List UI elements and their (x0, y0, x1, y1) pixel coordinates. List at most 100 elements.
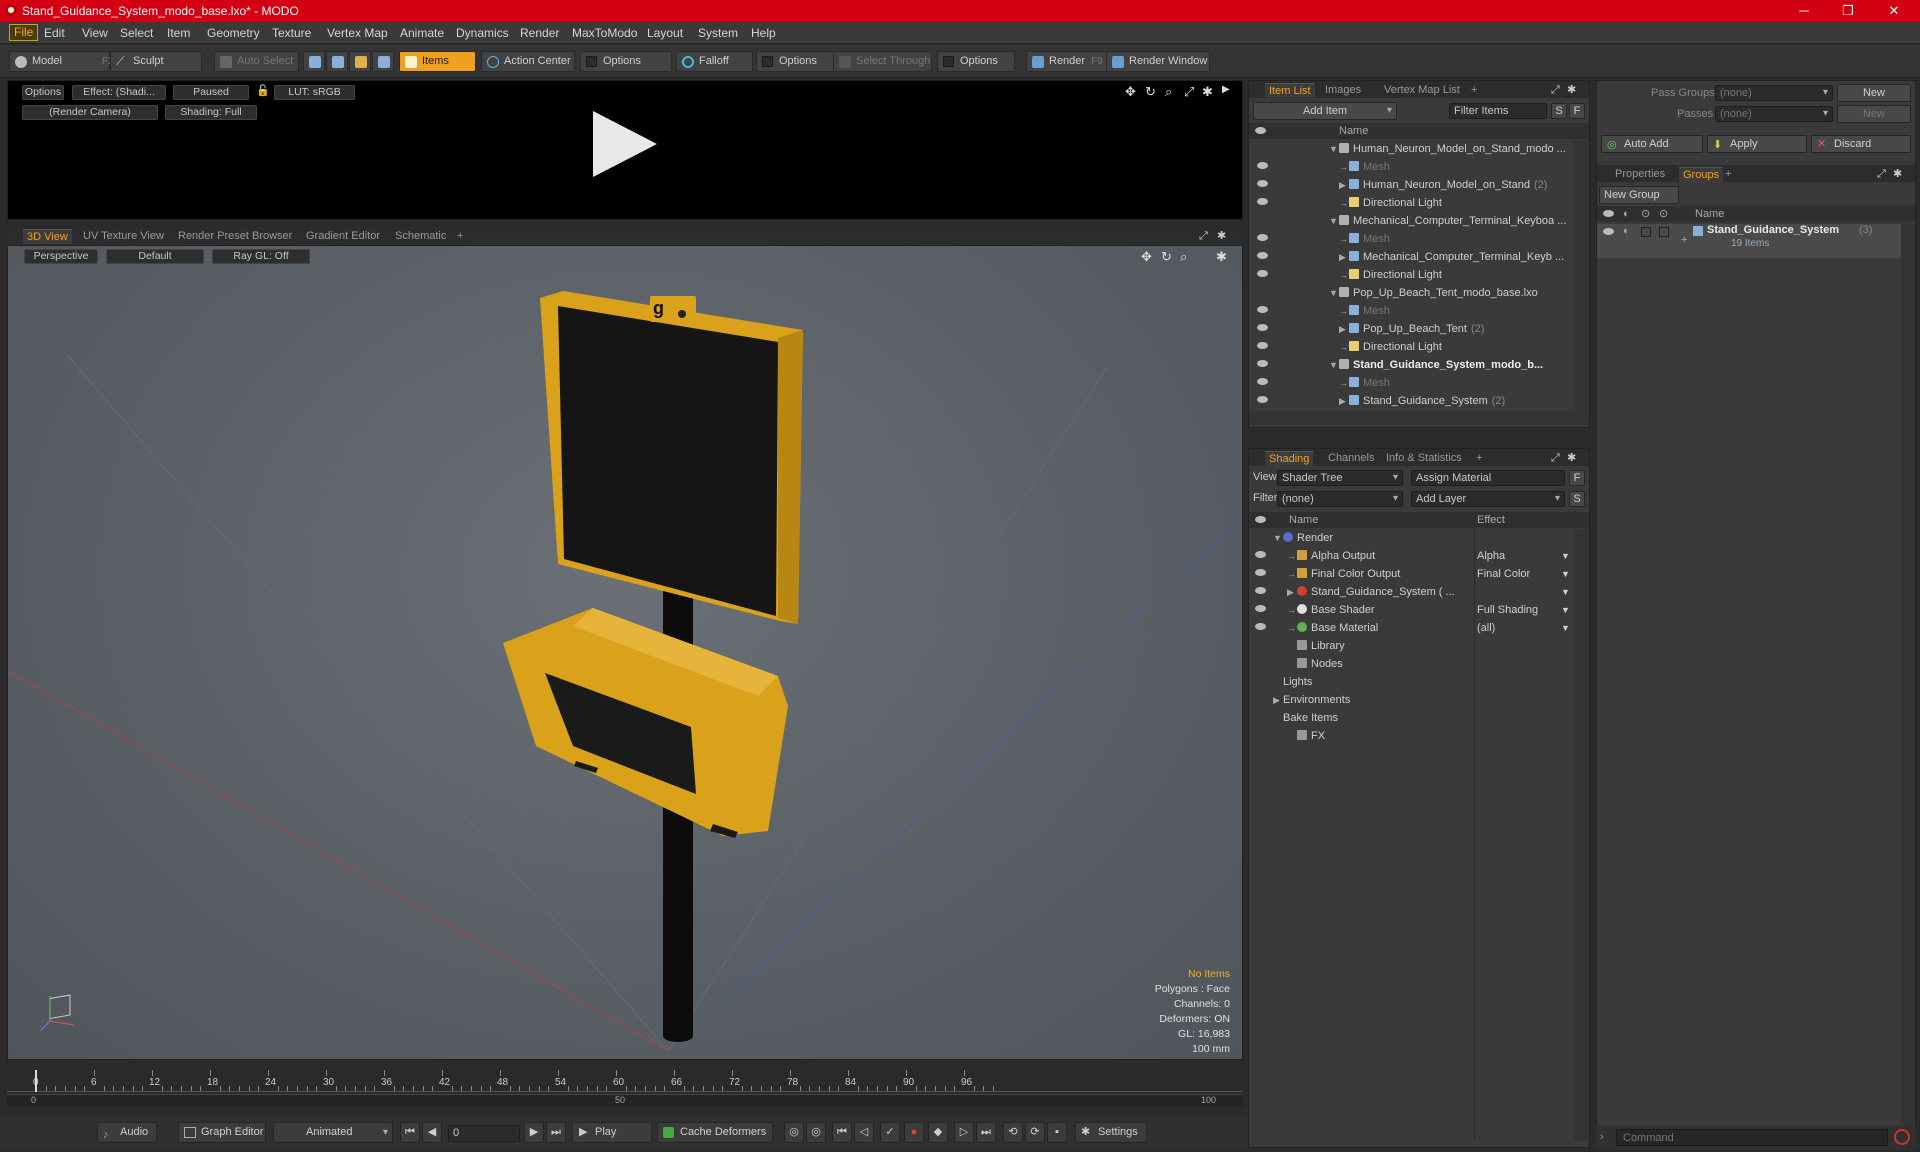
expand-arrow-icon[interactable]: → (1287, 547, 1297, 565)
menu-help[interactable]: Help (751, 26, 776, 40)
shader-row[interactable]: Nodes (1249, 655, 1575, 673)
shader-row[interactable]: → Alpha Output Alpha ▼ (1249, 547, 1575, 565)
expand-icon[interactable]: ⤢ (1547, 83, 1564, 98)
expand-arrow-icon[interactable]: ▶ (1339, 176, 1349, 194)
eye-icon[interactable] (1257, 324, 1268, 331)
shading-f-button[interactable]: F (1569, 470, 1585, 486)
raygl-dropdown[interactable]: Ray GL: Off (212, 249, 310, 264)
sculpt-mode-button[interactable]: ⟋ Sculpt (110, 51, 202, 72)
tab-schematic[interactable]: Schematic (391, 229, 450, 244)
shader-row[interactable]: FX (1249, 727, 1575, 745)
pass-groups-dropdown[interactable]: (none) (1715, 85, 1833, 101)
eye-icon[interactable] (1257, 270, 1268, 277)
menu-select[interactable]: Select (120, 26, 153, 40)
item-row[interactable]: ▼ Pop_Up_Beach_Tent_modo_base.lxo (1249, 284, 1575, 302)
filter-f-button[interactable]: F (1569, 103, 1585, 119)
options-icon[interactable]: ▪ (1047, 1122, 1067, 1143)
tab-item-list[interactable]: Item List (1265, 83, 1315, 98)
eye-icon[interactable] (1255, 587, 1266, 594)
menu-dynamics[interactable]: Dynamics (456, 26, 509, 40)
render-preview[interactable]: Options Effect: (Shadi... Paused 🔓 LUT: … (7, 80, 1243, 220)
add-tab-icon[interactable]: + (1472, 451, 1486, 466)
expand-arrow-icon[interactable]: ▼ (1329, 212, 1339, 230)
expand-arrow-icon[interactable]: ▼ (1273, 529, 1283, 547)
animated-dropdown[interactable]: Animated (273, 1122, 393, 1143)
tab-render-preset-browser[interactable]: Render Preset Browser (174, 229, 296, 244)
link-icon[interactable]: → (1339, 302, 1349, 320)
prev-key-icon[interactable]: ⏮ (832, 1122, 852, 1143)
apply-button[interactable]: ⬇ Apply (1707, 135, 1807, 153)
item-row[interactable]: ▶ Stand_Guidance_System (2) (1249, 392, 1575, 410)
render-options-button[interactable]: Options (22, 85, 64, 100)
tab-info-statistics[interactable]: Info & Statistics (1382, 451, 1466, 466)
eye-icon[interactable] (1257, 162, 1268, 169)
link-icon[interactable]: → (1339, 230, 1349, 248)
passes-dropdown[interactable]: (none) (1715, 106, 1833, 122)
menu-view[interactable]: View (82, 26, 108, 40)
menu-file[interactable]: File (9, 24, 39, 41)
shader-row[interactable]: ▶ Stand_Guidance_System ( ... ▼ (1249, 583, 1575, 601)
add-layer-dropdown[interactable]: Add Layer (1411, 491, 1565, 507)
expand-arrow-icon[interactable]: ▶ (1287, 583, 1297, 601)
fit-icon[interactable]: ⤢ (1184, 84, 1194, 100)
shader-row[interactable]: ▶ Environments (1249, 691, 1575, 709)
expand-icon[interactable]: ⤢ (1873, 167, 1890, 182)
render-shading-dropdown[interactable]: Shading: Full (165, 105, 257, 120)
new-pass-group-button[interactable]: New (1837, 84, 1911, 102)
link-icon[interactable]: → (1339, 338, 1349, 356)
default-style-dropdown[interactable]: Default (106, 249, 204, 264)
next-keyframe-icon[interactable]: ▷ (954, 1122, 974, 1143)
play-render-icon[interactable] (593, 111, 657, 177)
item-list-hscrollbar[interactable] (1249, 411, 1589, 425)
discard-button[interactable]: ✕ Discard (1811, 135, 1911, 153)
groups-scrollbar[interactable] (1901, 224, 1915, 1144)
render-toggle-icon[interactable]: ◐ (1623, 225, 1630, 237)
shader-row[interactable]: Lights (1249, 673, 1575, 691)
expand-icon[interactable]: ⤢ (1547, 451, 1564, 466)
items-mode-button[interactable]: Items (399, 51, 476, 72)
materials-mode-button[interactable] (372, 51, 394, 72)
lock-checkbox[interactable] (1641, 227, 1651, 237)
item-row[interactable]: → Mesh (1249, 158, 1575, 176)
menu-render[interactable]: Render (520, 26, 559, 40)
cache-deformers-button[interactable]: Cache Deformers (657, 1122, 773, 1143)
gear-icon[interactable]: ✱ (1563, 451, 1580, 466)
eye-icon[interactable] (1257, 252, 1268, 259)
expand-arrow-icon[interactable]: → (1287, 601, 1297, 619)
item-row[interactable]: ▶ Pop_Up_Beach_Tent (2) (1249, 320, 1575, 338)
shading-filter-dropdown[interactable]: (none) (1277, 491, 1403, 507)
eye-icon[interactable] (1257, 198, 1268, 205)
shader-row[interactable]: Bake Items (1249, 709, 1575, 727)
eye-icon[interactable] (1257, 234, 1268, 241)
playhead[interactable] (35, 1070, 37, 1092)
menu-edit[interactable]: Edit (44, 26, 65, 40)
eye-icon[interactable] (1255, 623, 1266, 630)
maximize-button[interactable]: ❐ (1828, 2, 1868, 20)
play-button[interactable]: ▶ Play (572, 1122, 652, 1143)
expand-arrow-icon[interactable]: ▶ (1339, 392, 1349, 410)
next-key-icon[interactable]: ⏭ (976, 1122, 996, 1143)
item-row[interactable]: → Mesh (1249, 302, 1575, 320)
group-row[interactable]: ◐ + Stand_Guidance_System (3) 19 Items (1597, 224, 1901, 258)
shader-row[interactable]: → Base Shader Full Shading ▼ (1249, 601, 1575, 619)
loop-icon[interactable]: ⟲ (1003, 1122, 1023, 1143)
expand-arrow-icon[interactable]: → (1287, 565, 1297, 583)
pan-icon[interactable]: ✥ (1125, 84, 1136, 100)
perspective-dropdown[interactable]: Perspective (24, 249, 98, 264)
polygons-mode-button[interactable] (349, 51, 371, 72)
add-item-dropdown[interactable]: Add Item (1253, 102, 1397, 120)
chevron-down-icon[interactable]: ▼ (1561, 547, 1570, 565)
shader-row[interactable]: ▼ Render (1249, 529, 1575, 547)
expand-arrow-icon[interactable]: ▼ (1329, 356, 1339, 374)
item-row[interactable]: ▼ Stand_Guidance_System_modo_b... (1249, 356, 1575, 374)
item-list-scrollbar[interactable] (1574, 140, 1588, 410)
menu-animate[interactable]: Animate (400, 26, 444, 40)
item-list-tree[interactable]: ▼ Human_Neuron_Model_on_Stand_modo ... → Me… (1249, 140, 1575, 410)
shader-row[interactable]: → Base Material (all) ▼ (1249, 619, 1575, 637)
zoom-icon[interactable]: ⌕ (1180, 249, 1187, 265)
item-row[interactable]: → Mesh (1249, 374, 1575, 392)
menu-item[interactable]: Item (167, 26, 190, 40)
expand-arrow-icon[interactable]: ▼ (1329, 140, 1339, 158)
prev-keyframe-icon[interactable]: ◁ (854, 1122, 874, 1143)
new-group-button[interactable]: New Group (1599, 186, 1679, 204)
